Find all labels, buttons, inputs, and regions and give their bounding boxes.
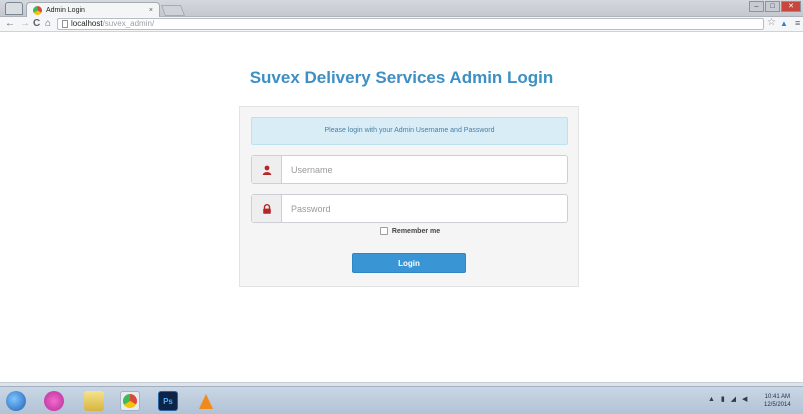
lock-icon (252, 195, 282, 222)
browser-tabstrip: Admin Login × – □ ✕ (0, 0, 803, 17)
password-input[interactable] (282, 195, 567, 222)
menu-icon[interactable]: ≡ (795, 18, 800, 28)
browser-toolbar: ← → C ⌂ localhost/suvex_admin/ ☆ ▲ ≡ (0, 17, 803, 32)
remember-me-checkbox[interactable] (379, 227, 388, 235)
clock-time: 10:41 AM (764, 394, 791, 400)
window-close-icon[interactable]: ✕ (781, 1, 801, 12)
remember-me-label: Remember me (391, 227, 441, 235)
user-icon (252, 156, 282, 183)
file-explorer-icon[interactable] (84, 391, 104, 411)
browser-tab-admin-login[interactable]: Admin Login × (26, 2, 160, 17)
password-field (251, 194, 568, 223)
username-input[interactable] (282, 156, 567, 183)
photoshop-icon[interactable]: Ps (158, 391, 178, 411)
system-tray-icons[interactable]: ▲ ▮ ◢ ◀ (708, 395, 749, 403)
clock-date: 12/5/2014 (764, 402, 791, 408)
info-alert: Please login with your Admin Username an… (251, 117, 568, 145)
url-host: localhost (71, 19, 103, 28)
forward-arrow-icon[interactable]: → (20, 18, 30, 30)
address-bar[interactable]: localhost/suvex_admin/ (57, 18, 764, 30)
url-path: /suvex_admin/ (102, 19, 155, 28)
maximize-icon[interactable]: □ (765, 1, 780, 12)
new-tab-button[interactable] (160, 5, 186, 16)
star-icon[interactable]: ☆ (767, 17, 776, 28)
profile-icon[interactable] (5, 2, 23, 15)
back-arrow-icon[interactable]: ← (5, 18, 15, 30)
login-button[interactable]: Login (352, 253, 466, 273)
taskbar-clock[interactable]: 10:41 AM 12/5/2014 (764, 393, 791, 409)
windows-start-icon[interactable] (6, 391, 26, 411)
tab-close-icon[interactable]: × (149, 7, 153, 14)
username-field (251, 155, 568, 184)
home-icon[interactable]: ⌂ (45, 18, 51, 30)
page-icon (62, 20, 68, 28)
window-controls: – □ ✕ (749, 1, 801, 12)
windows-taskbar: Ps ▲ ▮ ◢ ◀ 10:41 AM 12/5/2014 (0, 386, 803, 414)
chrome-icon[interactable] (120, 391, 140, 411)
login-panel: Please login with your Admin Username an… (239, 106, 579, 287)
reload-icon[interactable]: C (33, 18, 40, 30)
itunes-icon[interactable] (44, 391, 64, 411)
remember-me: Remember me (240, 227, 580, 235)
tab-favicon-icon (33, 5, 42, 15)
vlc-icon[interactable] (196, 391, 216, 411)
minimize-icon[interactable]: – (749, 1, 764, 12)
page-title: Suvex Delivery Services Admin Login (249, 68, 554, 87)
tab-title: Admin Login (46, 6, 85, 14)
extension-icon[interactable]: ▲ (780, 19, 788, 28)
